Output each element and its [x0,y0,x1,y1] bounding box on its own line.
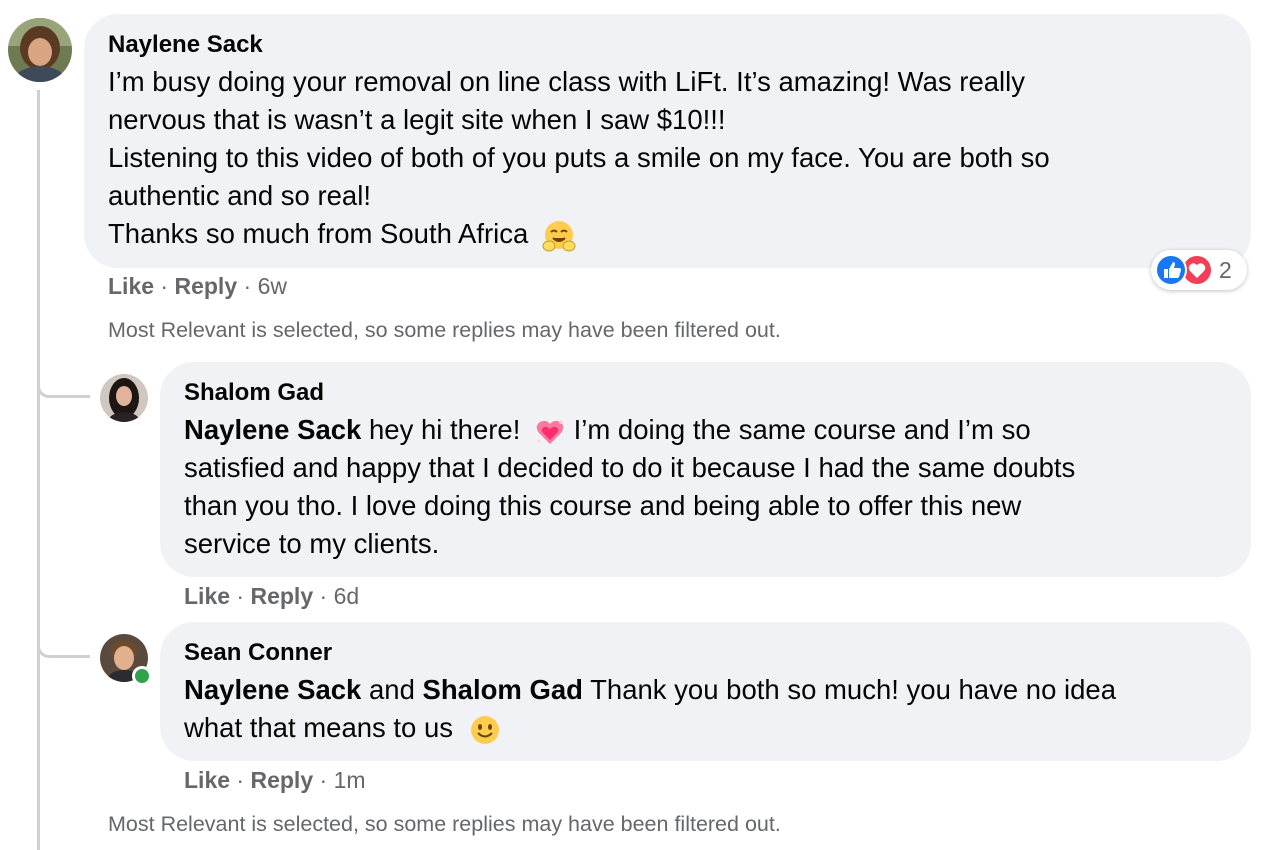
reaction-summary[interactable]: 2 [1151,250,1247,290]
filter-notice: Most Relevant is selected, so some repli… [108,812,781,836]
reply-button[interactable]: Reply [174,273,237,299]
comment-author[interactable]: Sean Conner [184,639,332,667]
comment-text: I’m busy doing your removal on line clas… [108,63,1050,253]
comment-actions: Like · Reply · 6w [108,273,287,300]
mention-link[interactable]: Shalom Gad [423,674,583,705]
comment-line: Thanks so much from South Africa [108,215,1050,253]
hugging-face-emoji [542,220,576,252]
comment-line: than you tho. I love doing this course a… [184,490,1022,521]
thread-line [37,90,40,850]
like-button[interactable]: Like [184,767,230,793]
comment-line: what that means to us [184,709,1116,747]
separator: · [237,273,258,299]
avatar[interactable] [100,374,148,422]
comment-actions: Like · Reply · 6d [184,583,359,610]
mention-link[interactable]: Naylene Sack [184,674,361,705]
comment-text: Naylene Sack and Shalom Gad Thank you bo… [184,671,1116,747]
timestamp[interactable]: 1m [334,767,366,793]
separator: · [313,767,334,793]
comment-line: nervous that is wasn’t a legit site when… [108,104,726,135]
online-status-dot [132,666,152,686]
comment-text: Naylene Sack hey hi there! I’m doing the… [184,411,1075,563]
comment-actions: Like · Reply · 1m [184,767,366,794]
filter-notice: Most Relevant is selected, so some repli… [108,318,781,342]
avatar-image [100,374,148,422]
comment-line-text: Thank you both so much! you have no idea [582,674,1117,705]
comment-line-text: Thanks so much from South Africa [108,218,529,249]
comment-line-text: what that means to us [184,712,454,743]
separator: · [154,273,175,299]
separator: · [313,583,334,609]
sparkling-heart-emoji [536,419,564,444]
comment-line: satisfied and happy that I decided to do… [184,452,1076,483]
reply-button[interactable]: Reply [250,583,313,609]
like-button[interactable]: Like [184,583,230,609]
comment-line-text: and [361,674,423,705]
separator: · [230,767,251,793]
comment-line-text: I’m doing the same course and I’m so [565,414,1031,445]
separator: · [230,583,251,609]
thread-branch-2 [37,620,90,658]
thread-branch-1 [37,360,90,398]
comment-author[interactable]: Shalom Gad [184,379,324,407]
comment-line: Naylene Sack hey hi there! I’m doing the… [184,411,1075,449]
comment-line-text: hey hi there! [361,414,521,445]
reaction-count: 2 [1219,256,1232,283]
like-button[interactable]: Like [108,273,154,299]
timestamp[interactable]: 6w [258,273,287,299]
comment-line: authentic and so real! [108,180,371,211]
comment-line: Listening to this video of both of you p… [108,142,1050,173]
like-icon [1155,254,1187,286]
avatar-image [8,18,72,82]
smiling-face-emoji [470,715,499,744]
avatar[interactable] [8,18,72,82]
timestamp[interactable]: 6d [334,583,360,609]
mention-link[interactable]: Naylene Sack [184,414,361,445]
comment-line: I’m busy doing your removal on line clas… [108,66,1026,97]
comment-line: service to my clients. [184,528,440,559]
comment-author[interactable]: Naylene Sack [108,31,263,59]
comment-line: Naylene Sack and Shalom Gad Thank you bo… [184,671,1116,709]
reply-button[interactable]: Reply [250,767,313,793]
